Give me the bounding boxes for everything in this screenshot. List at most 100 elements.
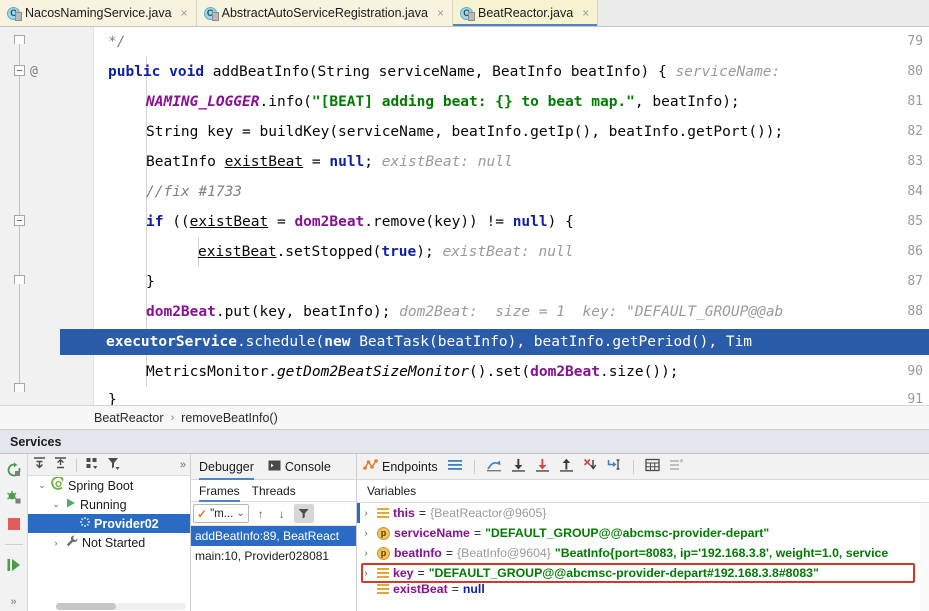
breadcrumb-class[interactable]: BeatReactor [94, 411, 163, 425]
menu-icon[interactable] [447, 458, 463, 475]
code-token: .put(key, beatInfo); [215, 304, 400, 320]
chevron-down-icon[interactable]: ⌄ [236, 508, 244, 519]
frame-label: main:10, Provider028081 [195, 549, 330, 563]
breadcrumb[interactable]: BeatReactor › removeBeatInfo() [0, 405, 929, 429]
fold-marker-method-end[interactable] [14, 383, 25, 392]
code-token: .size()); [599, 364, 679, 380]
chevron-right-icon[interactable]: › [50, 538, 62, 548]
editor-tab-abstractautoserviceregistration[interactable]: C AbstractAutoServiceRegistration.java × [196, 0, 453, 26]
java-class-icon: C [203, 6, 219, 21]
variable-row-beatinfo[interactable]: › p beatInfo = {BeatInfo@9604} "BeatInfo… [357, 543, 929, 563]
variable-equals: = [417, 566, 425, 580]
variable-row-servicename[interactable]: › p serviceName = "DEFAULT_GROUP@@abcmsc… [357, 523, 929, 543]
rerun-debug-icon[interactable] [5, 488, 23, 506]
code-token: = [303, 154, 330, 170]
toolbar-divider [473, 459, 475, 474]
collapse-all-icon[interactable] [53, 456, 68, 474]
debugger-frames-pane: Debugger Console Frames Threads ✓ "m... … [191, 454, 356, 611]
stop-icon[interactable] [5, 515, 23, 533]
code-token: dom2Beat [146, 304, 216, 320]
close-icon[interactable]: × [582, 7, 589, 19]
variable-row-key[interactable]: › key = "DEFAULT_GROUP@@abcmsc-provider-… [357, 563, 929, 583]
rail-overflow-icon[interactable]: » [10, 596, 16, 608]
close-icon[interactable]: × [437, 7, 444, 19]
tree-item-running[interactable]: ⌄ Running [28, 495, 190, 514]
run-to-cursor-icon[interactable] [607, 458, 622, 475]
breadcrumb-method[interactable]: removeBeatInfo() [181, 411, 278, 425]
editor-tab-nacosnamingservice[interactable]: C NacosNamingService.java × [0, 0, 197, 26]
subtab-frames[interactable]: Frames [199, 480, 240, 502]
chevron-right-icon[interactable]: › [359, 508, 373, 519]
editor-tab-label: BeatReactor.java [477, 6, 574, 20]
tree-toolbar-overflow-icon[interactable]: » [180, 459, 186, 471]
frame-row[interactable]: addBeatInfo:89, BeatReact [191, 526, 356, 546]
expand-all-icon[interactable] [32, 456, 47, 474]
code-token: .schedule( [236, 334, 325, 350]
show-execution-point-icon[interactable] [486, 458, 502, 475]
chevron-right-icon[interactable]: › [359, 568, 373, 579]
group-by-icon[interactable] [85, 456, 100, 474]
inlay-hint: serviceName: [675, 64, 781, 80]
editor-tabbar: C NacosNamingService.java × C AbstractAu… [0, 0, 929, 27]
tree-item-spring-boot[interactable]: ⌄ Spring Boot [28, 476, 190, 495]
variable-value: null [462, 583, 485, 595]
chevron-down-icon[interactable]: ⌄ [50, 499, 62, 510]
code-line-80: public void addBeatInfo(String serviceNa… [108, 57, 780, 87]
step-into-icon[interactable] [535, 458, 550, 475]
code-token: } [146, 274, 155, 290]
toolbar-divider [632, 459, 634, 474]
code-editor[interactable]: 79 80 81 82 83 84 85 86 87 88 89 90 91 @… [0, 27, 929, 405]
code-token: .setStopped( [276, 244, 382, 260]
chevron-down-icon[interactable]: ⌄ [36, 480, 48, 491]
code-token: existBeat [189, 214, 269, 230]
rerun-icon[interactable] [5, 461, 23, 479]
chevron-right-icon[interactable]: › [359, 528, 373, 539]
frame-down-icon[interactable]: ↓ [273, 505, 291, 523]
variable-row-this[interactable]: › this = {BeatReactor@9605} [357, 503, 929, 523]
frame-up-icon[interactable]: ↑ [252, 505, 270, 523]
chevron-right-icon[interactable]: › [359, 548, 373, 559]
code-token: public [108, 64, 161, 80]
inlay-hint: dom2Beat: size = 1 key: "DEFAULT_GROUP@@… [399, 304, 784, 320]
frames-filter-icon[interactable] [293, 504, 314, 523]
parameter-icon: p [377, 526, 390, 540]
evaluate-expression-icon[interactable] [644, 458, 660, 475]
run-icon [65, 497, 77, 512]
services-tree: ⌄ Spring Boot ⌄ Running Provider02 › Not… [28, 476, 190, 552]
services-tree-hscrollbar[interactable] [56, 603, 186, 610]
close-icon[interactable]: × [181, 7, 188, 19]
frame-row[interactable]: main:10, Provider028081 [191, 546, 356, 566]
settings-icon[interactable] [669, 458, 684, 475]
editor-tab-beatreactor[interactable]: C BeatReactor.java × [452, 0, 599, 26]
variables-subtab[interactable]: Variables [357, 480, 929, 503]
code-token: existBeat [224, 154, 304, 170]
resume-program-icon[interactable] [5, 556, 23, 574]
variable-row-existbeat[interactable]: existBeat = null [357, 583, 929, 595]
annotation-gutter-marker[interactable]: @ [30, 57, 46, 87]
services-tree-pane: » ⌄ Spring Boot ⌄ Running Provider02 › N… [28, 454, 191, 611]
fold-marker-top[interactable] [14, 35, 25, 44]
code-token: } [108, 392, 117, 405]
filter-icon[interactable] [106, 456, 121, 474]
step-over-icon[interactable] [511, 458, 526, 475]
variables-label: Variables [367, 484, 417, 498]
inlay-hint: existBeat: null [442, 244, 574, 260]
tab-debugger[interactable]: Debugger [199, 454, 254, 480]
subtab-threads[interactable]: Threads [252, 480, 296, 502]
variables-vscrollbar[interactable] [920, 503, 929, 611]
fold-marker-if[interactable] [14, 215, 25, 226]
services-tool-window: » » ⌄ Spring Boot ⌄ Running Provider02 ›… [0, 453, 929, 611]
tab-console[interactable]: Console [268, 454, 331, 480]
tab-endpoints[interactable]: Endpoints [363, 458, 438, 475]
fold-marker-block-end[interactable] [14, 275, 25, 284]
editor-tab-label: AbstractAutoServiceRegistration.java [221, 6, 428, 20]
services-tool-window-title: Services [0, 429, 929, 453]
force-step-into-icon[interactable] [583, 458, 598, 475]
thread-selector-combo[interactable]: ✓ "m... ⌄ [193, 504, 249, 523]
fold-marker-method[interactable] [14, 65, 25, 76]
tree-item-provider02[interactable]: Provider02 [28, 514, 190, 533]
step-out-icon[interactable] [559, 458, 574, 475]
frames-threads-subtabs: Frames Threads [191, 480, 356, 502]
services-tree-toolbar: » [28, 454, 190, 476]
tree-item-not-started[interactable]: › Not Started [28, 533, 190, 552]
